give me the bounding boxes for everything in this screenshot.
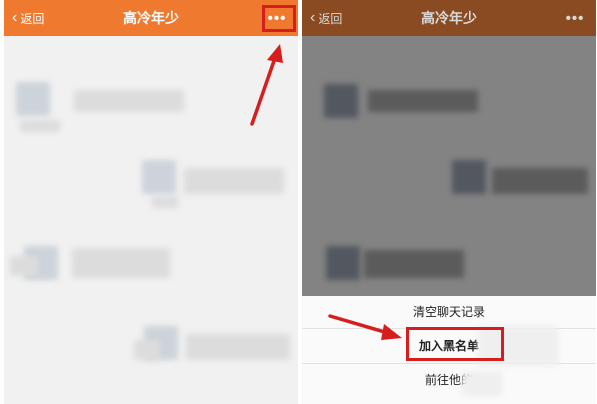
- pointer-arrow: [328, 314, 402, 340]
- message-bubble: [152, 196, 178, 208]
- message-bubble: [184, 168, 284, 194]
- message-bubble: [10, 256, 38, 276]
- message-bubble: [186, 334, 290, 360]
- chat-screen-right: ‹ 返回 高冷年少 ••• 清空聊天记录 加入黑名单 前往他的: [302, 0, 596, 404]
- pointer-arrow: [250, 44, 283, 126]
- message-bubble: [134, 340, 160, 360]
- avatar: [142, 160, 176, 194]
- chat-screen-left: ‹ 返回 高冷年少 •••: [4, 0, 298, 404]
- message-bubble: [72, 248, 170, 278]
